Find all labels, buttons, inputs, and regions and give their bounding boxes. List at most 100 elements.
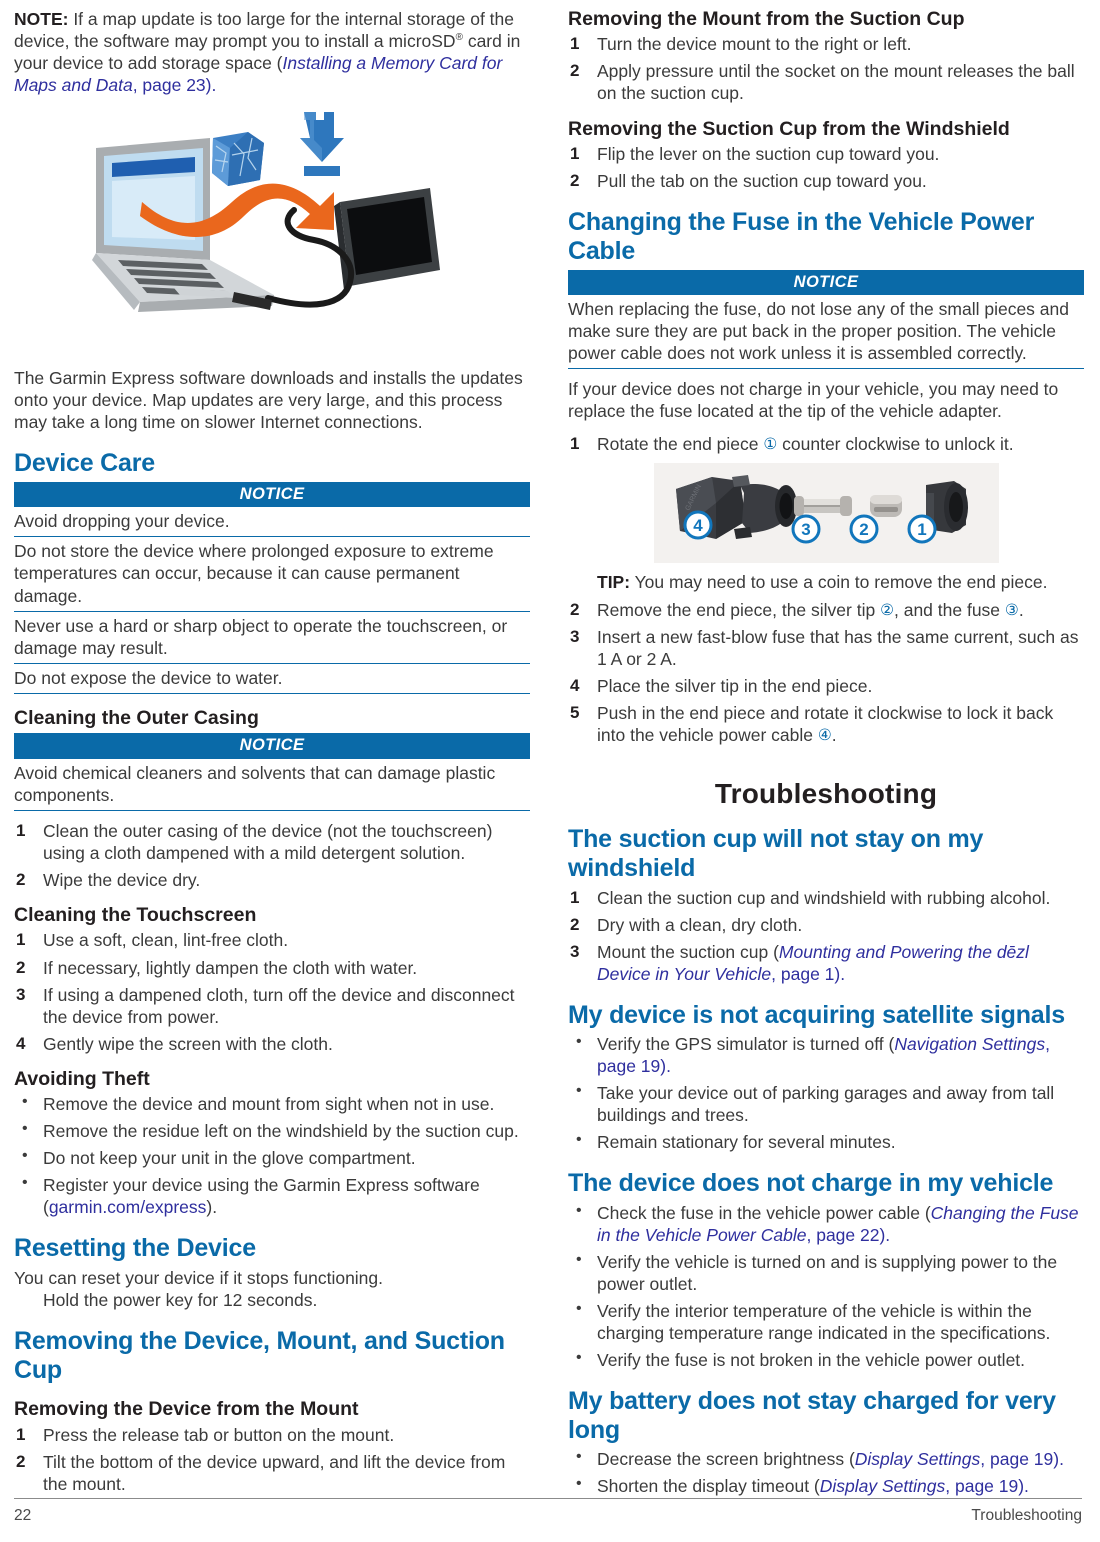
garmin-express-url-link[interactable]: garmin.com/express <box>49 1197 207 1217</box>
bullet-icon: • <box>22 1147 28 1165</box>
svg-text:3: 3 <box>801 520 810 539</box>
step-text-pre: Mount the suction cup ( <box>597 941 779 962</box>
bullet-text: Remove the device and mount from sight w… <box>43 1094 495 1115</box>
step-item: 1 Rotate the end piece ① counter clockwis… <box>568 433 1084 455</box>
bullet-icon: • <box>576 1348 582 1366</box>
step-item: 1 Clean the suction cup and windshield wi… <box>568 887 1084 909</box>
removing-cup-from-windshield-steps: 1 Flip the lever on the suction cup towar… <box>568 143 1084 192</box>
step-item: 4 Place the silver tip in the end piece. <box>568 675 1084 697</box>
step-text: Clean the outer casing of the device (no… <box>43 820 493 863</box>
bullet-icon: • <box>22 1093 28 1111</box>
step-text-pre: Remove the end piece, the silver tip <box>597 599 881 620</box>
list-item: • Decrease the screen brightness (Display… <box>568 1448 1084 1470</box>
device-care-notice-table: NOTICE Avoid dropping your device. Do no… <box>14 481 530 694</box>
heading-cleaning-touchscreen: Cleaning the Touchscreen <box>14 904 257 927</box>
garmin-express-paragraph: The Garmin Express software downloads an… <box>14 368 523 433</box>
heading-resetting-the-device: Resetting the Device <box>14 1234 256 1263</box>
step-item: 3 If using a dampened cloth, turn off the… <box>14 984 530 1028</box>
bullet-text-post: ). <box>206 1197 218 1218</box>
display-settings-link[interactable]: Display Settings <box>855 1449 980 1469</box>
step-item: 2 Remove the end piece, the silver tip ②,… <box>568 599 1084 621</box>
suction-cup-issue-steps: 1 Clean the suction cup and windshield wi… <box>568 887 1084 985</box>
bullet-text-post: , page 19). <box>945 1476 1029 1497</box>
step-number: 5 <box>570 702 580 722</box>
list-item: • Verify the interior temperature of the … <box>568 1300 1084 1344</box>
step-item: 5 Push in the end piece and rotate it clo… <box>568 702 1084 746</box>
bullet-text-pre: Decrease the screen brightness ( <box>597 1449 855 1470</box>
footer-page-number: 22 <box>14 1507 32 1525</box>
step-text: Flip the lever on the suction cup toward… <box>597 143 940 164</box>
step-number: 2 <box>16 1451 26 1471</box>
step-text: Use a soft, clean, lint-free cloth. <box>43 930 289 951</box>
avoiding-theft-bullets: • Remove the device and mount from sight … <box>14 1093 530 1218</box>
satellite-issue-bullets: • Verify the GPS simulator is turned off … <box>568 1033 1084 1153</box>
heading-removing-device-from-mount: Removing the Device from the Mount <box>14 1398 359 1421</box>
step-item: 1 Clean the outer casing of the device (n… <box>14 820 530 864</box>
cleaning-casing-notice-table: NOTICE Avoid chemical cleaners and solve… <box>14 733 530 811</box>
step-number: 2 <box>570 170 580 190</box>
footer-section-name: Troubleshooting <box>971 1507 1082 1525</box>
bullet-text: Verify the interior temperature of the v… <box>597 1300 1051 1343</box>
step-number: 1 <box>16 820 26 840</box>
step-item: 2 Tilt the bottom of the device upward, a… <box>14 1451 530 1495</box>
bullet-text: Remove the residue left on the windshiel… <box>43 1121 519 1142</box>
bullet-text: Do not keep your unit in the glove compa… <box>43 1148 416 1169</box>
heading-not-acquiring-satellite-signals: My device is not acquiring satellite sig… <box>568 1000 1065 1029</box>
heading-suction-cup-will-not-stay: The suction cup will not stay on my wind… <box>568 825 984 883</box>
registered-trademark-icon: ® <box>455 32 463 44</box>
notice-bar-label: NOTICE <box>14 733 530 759</box>
heading-changing-the-fuse: Changing the Fuse in the Vehicle Power C… <box>568 208 1035 266</box>
changing-fuse-steps-part2: 2 Remove the end piece, the silver tip ②,… <box>568 599 1084 746</box>
changing-fuse-notice-table: NOTICE When replacing the fuse, do not l… <box>568 269 1084 370</box>
charge-issue-bullets: • Check the fuse in the vehicle power cab… <box>568 1202 1084 1371</box>
step-text: Gently wipe the screen with the cloth. <box>43 1033 333 1054</box>
step-number: 1 <box>570 143 580 163</box>
notice-row: Do not store the device where prolonged … <box>14 537 530 612</box>
resetting-action: Hold the power key for 12 seconds. <box>43 1289 318 1310</box>
list-item: • Verify the vehicle is turned on and is … <box>568 1251 1084 1295</box>
step-text-post: . <box>1018 599 1024 620</box>
step-item: 2 If necessary, lightly dampen the cloth … <box>14 957 530 979</box>
list-item: • Remove the device and mount from sight … <box>14 1093 530 1115</box>
bullet-icon: • <box>576 1082 582 1100</box>
step-text: Turn the device mount to the right or le… <box>597 34 912 55</box>
step-item: 2 Wipe the device dry. <box>14 869 530 891</box>
step-text-post: . <box>831 724 837 745</box>
step-number: 3 <box>570 941 580 961</box>
step-text: Insert a new fast-blow fuse that has the… <box>597 626 1079 669</box>
heading-device-care: Device Care <box>14 449 155 478</box>
step-text: Place the silver tip in the end piece. <box>597 675 873 696</box>
step-text-post: , page 1). <box>771 963 846 984</box>
bullet-icon: • <box>576 1475 582 1493</box>
step-number: 1 <box>570 887 580 907</box>
notice-bar-label: NOTICE <box>568 269 1084 296</box>
bullet-icon: • <box>576 1201 582 1219</box>
heading-device-does-not-charge: The device does not charge in my vehicle <box>568 1169 1054 1198</box>
list-item: • Remove the residue left on the windshie… <box>14 1120 530 1142</box>
display-settings-link[interactable]: Display Settings <box>820 1476 945 1496</box>
navigation-settings-link[interactable]: Navigation Settings <box>894 1034 1045 1054</box>
step-number: 3 <box>16 984 26 1004</box>
step-text: Wipe the device dry. <box>43 870 201 891</box>
step-number: 1 <box>570 34 580 54</box>
note-text-a: If a map update is too large for the int… <box>14 9 515 52</box>
chapter-title-troubleshooting: Troubleshooting <box>714 777 938 809</box>
changing-fuse-tip: TIP: You may need to use a coin to remov… <box>568 571 1084 593</box>
notice-row: Avoid chemical cleaners and solvents tha… <box>14 759 530 811</box>
heading-cleaning-outer-casing: Cleaning the Outer Casing <box>14 706 259 729</box>
note-text-c: , page 23). <box>132 75 217 96</box>
heading-removing-mount-from-suction-cup: Removing the Mount from the Suction Cup <box>568 8 965 30</box>
changing-fuse-intro: If your device does not charge in your v… <box>568 379 1059 422</box>
step-item: 2 Pull the tab on the suction cup toward … <box>568 170 1084 192</box>
notice-row: Do not expose the device to water. <box>14 664 530 694</box>
heading-removing-device-mount-suction-cup: Removing the Device, Mount, and Suction … <box>14 1326 505 1384</box>
list-item: • Shorten the display timeout (Display Se… <box>568 1475 1084 1497</box>
step-text-post: counter clockwise to unlock it. <box>777 433 1014 454</box>
bullet-text-pre: Shorten the display timeout ( <box>597 1476 820 1497</box>
step-number: 4 <box>570 675 580 695</box>
step-number: 2 <box>570 61 580 81</box>
step-number: 1 <box>570 433 580 453</box>
callout-1-icon: ① <box>763 435 778 453</box>
bullet-text-pre: Check the fuse in the vehicle power cabl… <box>597 1202 931 1223</box>
step-text: Tilt the bottom of the device upward, an… <box>43 1451 506 1494</box>
